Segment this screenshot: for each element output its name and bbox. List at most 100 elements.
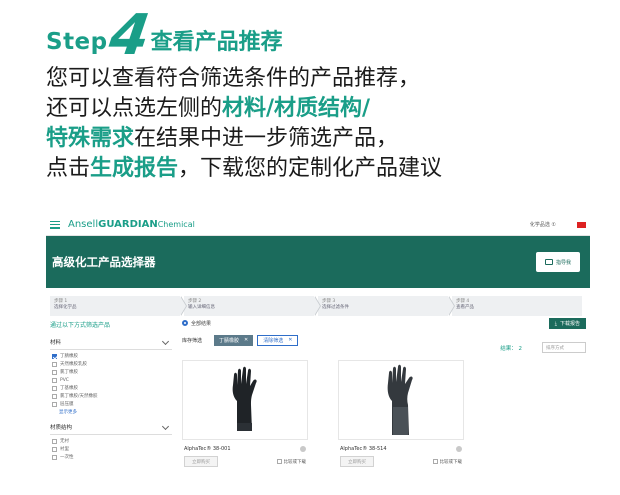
step-3[interactable]: 步骤 3 选择过滤条件 [318,296,455,316]
page-banner: 高级化工产品选择器 指导我 [46,236,590,288]
instruction-line-4: 点击生成报告，下载您的定制化产品建议 [46,154,606,184]
info-icon[interactable] [456,446,462,452]
filter-option[interactable]: 一次性 [52,453,172,461]
filter-sidebar-title: 通过以下方式筛选产品 [50,322,111,329]
compare-toggle[interactable]: 比较或下载 [276,459,306,465]
all-results-label: 全部结果 [191,320,212,327]
filter-option[interactable]: 氯丁橡胶/天然橡胶 [52,392,172,400]
filter-option[interactable]: 层压膜 [52,400,172,408]
radio-selected-icon[interactable] [182,320,188,326]
step-1[interactable]: 步骤 1 选择化学品 [50,296,187,316]
product-name[interactable]: AlphaTec® 38-514 [340,446,387,452]
filter-option-label: 一次性 [60,455,74,460]
download-icon: ⤓ [554,320,557,327]
progress-steps: 步骤 1 选择化学品 步骤 2 输入详细信息 步骤 3 选择过滤条件 步骤 4 … [50,296,586,316]
product-image[interactable] [338,360,464,440]
step-2-label: 输入详细信息 [188,305,215,310]
checkbox[interactable] [52,393,57,399]
active-filters: 库存筛选 丁腈橡胶 ✕ 清除筛选 ✕ [182,334,586,346]
checkbox-checked[interactable] [52,353,57,359]
step-title: 查看产品推荐 [150,30,283,55]
step-1-label: 选择化学品 [54,305,77,310]
close-icon[interactable]: ✕ [244,337,248,343]
instruction-line-2-text: 还可以点选左侧的 [46,96,223,121]
country-flag-icon[interactable] [577,221,586,228]
filter-option-label: 天然橡胶乳胶 [60,362,87,367]
filter-section-material[interactable]: 材料 [50,335,172,350]
result-count: 结果： 2 [500,344,522,352]
instruction-highlight-material: 材料/材质结构/ [222,96,371,121]
hamburger-menu-icon[interactable] [50,220,60,229]
filter-section-structure[interactable]: 材质结构 [50,420,172,435]
step-4-label: 查看产品 [456,305,474,310]
product-name[interactable]: AlphaTec® 38-001 [184,446,231,452]
checkbox[interactable] [52,361,57,367]
checkbox[interactable] [52,401,57,407]
all-results-radio[interactable]: 全部结果 [182,318,586,328]
product-actions: 立即购买 比较或下载 [182,456,308,467]
glove-image-icon [232,366,257,431]
chevron-down-icon[interactable] [161,422,170,430]
filter-option-label: 丁基橡胶 [60,386,78,391]
sort-select[interactable]: 排序方式 [542,342,586,353]
checkbox[interactable] [276,459,282,464]
filter-section-structure-title: 材质结构 [50,425,73,431]
checkbox[interactable] [52,377,57,383]
buy-button[interactable]: 立即购买 [340,456,374,467]
result-count-label: 结果： [500,346,517,352]
filter-chip-label: 丁腈橡胶 [219,337,240,344]
buy-button[interactable]: 立即购买 [184,456,218,467]
product-card[interactable]: AlphaTec® 38-001 立即购买 比较或下载 [182,360,308,467]
filter-chip-nitrile[interactable]: 丁腈橡胶 ✕ [214,334,254,346]
product-image[interactable] [182,360,308,440]
filter-option-label: 丁腈橡胶 [60,354,78,359]
chevron-down-icon[interactable] [161,337,170,345]
clear-filters-chip[interactable]: 清除筛选 ✕ [257,334,299,346]
filter-option[interactable]: 衬里 [52,445,172,453]
checkbox[interactable] [52,385,57,391]
product-grid: AlphaTec® 38-001 立即购买 比较或下载 AlphaTec® 38… [182,360,464,467]
show-more-link[interactable]: 显示更多 [59,409,172,415]
instruction-highlight-special: 特殊需求 [46,126,135,151]
guide-me-button[interactable]: 指导我 [536,252,580,272]
product-actions: 立即购买 比较或下载 [338,456,464,467]
instruction-panel: Step 4 查看产品推荐 您可以查看符合筛选条件的产品推荐， 还可以点选左侧的… [46,3,606,184]
filter-sidebar: 通过以下方式筛选产品 材料 丁腈橡胶 天然橡胶乳胶 氯丁橡胶 PVC 丁基橡胶 … [50,320,172,461]
checkbox[interactable] [52,446,57,452]
filter-option[interactable]: 氯丁橡胶 [52,368,172,376]
brand-bold: GUARDIAN [98,219,158,230]
filter-option[interactable]: 天然橡胶乳胶 [52,360,172,368]
filter-option-label: 氯丁橡胶/天然橡胶 [60,394,98,399]
filter-option-label: PVC [60,377,69,383]
checkbox[interactable] [432,459,438,464]
info-icon[interactable] [300,446,306,452]
guide-icon [544,259,553,265]
instruction-line-1: 您可以查看符合筛选条件的产品推荐， [46,66,421,91]
filter-option-label: 衬里 [60,447,69,452]
checkbox[interactable] [52,438,57,444]
app-screenshot: AnsellGUARDIANChemical 化学品选 ① 高级化工产品选择器 … [46,214,590,495]
step-2[interactable]: 步骤 2 输入详细信息 [184,296,321,316]
clear-filters-label: 清除筛选 [263,337,284,344]
filter-option[interactable]: 无衬 [52,437,172,445]
filter-section-material-title: 材料 [50,340,62,346]
product-card[interactable]: AlphaTec® 38-514 立即购买 比较或下载 [338,360,464,467]
results-panel: 全部结果 ⤓ 下载报告 库存筛选 丁腈橡胶 ✕ 清除筛选 ✕ 结果： 2 排序方… [182,318,586,495]
compare-toggle[interactable]: 比较或下载 [432,459,462,465]
step-4[interactable]: 步骤 4 查看产品 [452,296,582,316]
brand-logo[interactable]: AnsellGUARDIANChemical [68,219,195,230]
download-report-button[interactable]: ⤓ 下载报告 [548,318,586,329]
brand-prefix: Ansell [68,219,99,230]
checkbox[interactable] [52,454,57,460]
filter-option[interactable]: 丁腈橡胶 [52,352,172,360]
filter-option-label: 氯丁橡胶 [60,370,78,375]
filter-option-label: 层压膜 [60,402,74,407]
step-3-label: 选择过滤条件 [322,305,349,310]
close-icon[interactable]: ✕ [288,337,292,343]
instruction-line-3-text: 在结果中进一步筛选产品， [134,126,399,151]
product-name-row: AlphaTec® 38-514 [338,446,464,452]
checkbox[interactable] [52,369,57,375]
language-selector[interactable]: 化学品选 ① [530,221,556,228]
filter-option[interactable]: PVC [52,376,172,384]
filter-option[interactable]: 丁基橡胶 [52,384,172,392]
